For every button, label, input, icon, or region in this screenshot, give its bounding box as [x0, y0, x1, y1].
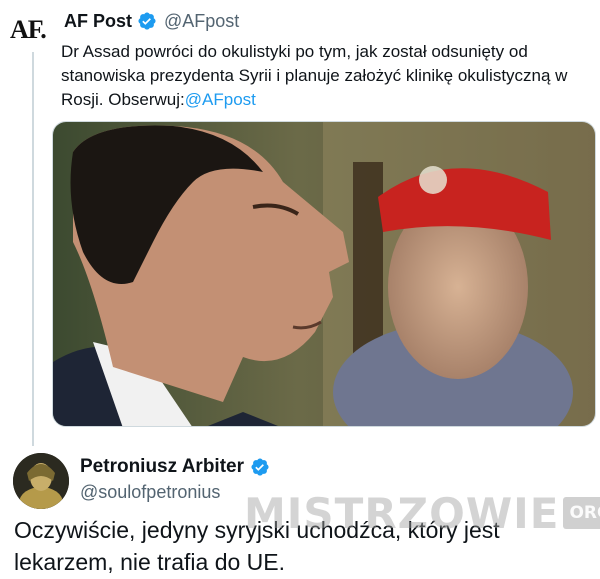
reply-author-handle[interactable]: @soulofpetronius — [80, 482, 220, 503]
tweet2-header: Petroniusz Arbiter — [80, 455, 270, 479]
tweet1-body: Dr Assad powróci do okulistyki po tym, j… — [61, 42, 568, 109]
reply-author-name[interactable]: Petroniusz Arbiter — [80, 456, 244, 478]
tweet1-header: AF Post @AFpost — [64, 9, 239, 33]
verified-badge-icon — [251, 458, 269, 476]
tweet1-photo[interactable] — [52, 121, 596, 427]
tweet1-text: Dr Assad powróci do okulistyki po tym, j… — [61, 40, 596, 112]
photo-image — [53, 122, 595, 426]
verified-badge-icon — [138, 12, 156, 30]
mention-link[interactable]: @AFpost — [185, 90, 256, 109]
af-logo[interactable]: AF. — [10, 15, 50, 45]
author-handle[interactable]: @AFpost — [164, 11, 239, 32]
avatar-image — [13, 453, 69, 509]
author-name[interactable]: AF Post — [64, 11, 132, 32]
tweet2-text: Oczywiście, jedyny syryjski uchodźca, kt… — [14, 517, 500, 575]
petroniusz-avatar[interactable] — [13, 453, 69, 509]
thread-line — [32, 52, 34, 446]
